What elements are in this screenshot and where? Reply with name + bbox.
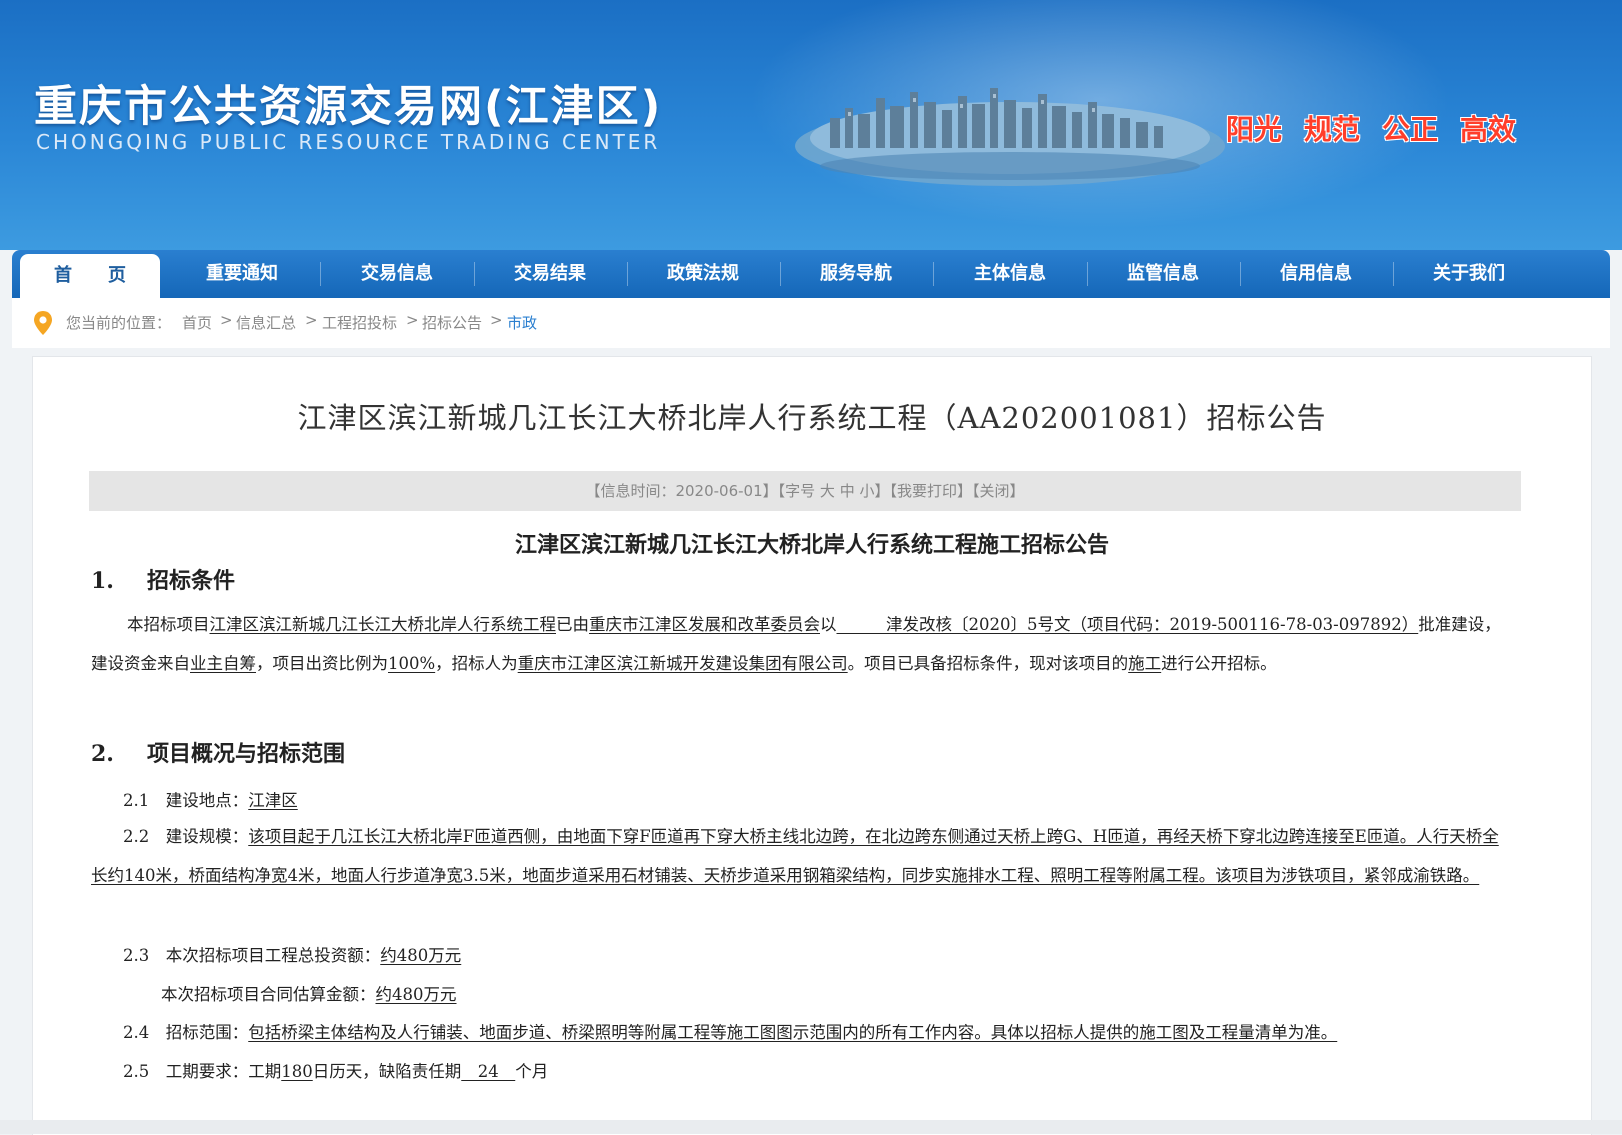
item-2-4: 2.4 招标范围：包括桥梁主体结构及人行铺装、地面步道、桥梁照明等附属工程等施工…	[123, 1019, 1337, 1043]
text-run: 个月	[515, 1062, 549, 1081]
nav-service-guide[interactable]: 服务导航	[781, 250, 931, 298]
window-bottom-edge	[0, 1120, 1622, 1134]
section-1-paragraph: 本招标项目江津区滨江新城几江长江大桥北岸人行系统工程已由重庆市江津区发展和改革委…	[91, 605, 1511, 683]
breadcrumb: 您当前的位置： 首页 > 信息汇总 > 工程招投标 > 招标公告 > 市政	[12, 298, 1610, 348]
city-skyline-image	[795, 88, 1225, 186]
nav-entity-info[interactable]: 主体信息	[935, 250, 1085, 298]
font-size-large-link[interactable]: 大	[820, 482, 835, 500]
approval-document: 津发改核〔2020〕5号文（项目代码：2019-500116-78-03-097…	[836, 615, 1419, 634]
defect-liability-months: 24	[461, 1062, 516, 1081]
breadcrumb-separator: >	[220, 311, 233, 329]
construction-period-days: 180	[281, 1062, 313, 1081]
item-2-1: 2.1 建设地点：江津区	[123, 787, 298, 811]
text-run: 。项目已具备招标条件，现对该项目的	[847, 654, 1129, 673]
text-run: 已由	[556, 615, 589, 634]
item-2-3-contract: 本次招标项目合同估算金额：约480万元	[161, 981, 457, 1005]
slogan-standard: 规范	[1304, 113, 1361, 146]
breadcrumb-municipal[interactable]: 市政	[507, 312, 537, 333]
breadcrumb-separator: >	[406, 311, 419, 329]
breadcrumb-engineering-bidding[interactable]: 工程招投标	[322, 312, 397, 333]
location-pin-icon	[34, 311, 52, 335]
construction-site: 江津区	[248, 791, 298, 810]
nav-supervision-info[interactable]: 监管信息	[1088, 250, 1238, 298]
tender-scope: 包括桥梁主体结构及人行铺装、地面步道、桥梁照明等附属工程等施工图图示范围内的所有…	[248, 1023, 1338, 1042]
nav-divider	[933, 262, 934, 286]
breadcrumb-home[interactable]: 首页	[182, 312, 212, 333]
print-link[interactable]: 【我要打印】	[890, 482, 973, 500]
breadcrumb-tender-notice[interactable]: 招标公告	[422, 312, 482, 333]
section-heading-1: 1. 招标条件	[91, 563, 235, 595]
article-info-bar: 【信息时间：2020-06-01】【字号 大 中 小】【我要打印】【关闭】	[89, 471, 1521, 511]
nav-trading-results[interactable]: 交易结果	[475, 250, 625, 298]
nav-home[interactable]: 首 页	[20, 254, 160, 298]
slogan-fair: 公正	[1382, 113, 1439, 146]
section-number: 2.	[91, 741, 114, 767]
font-size-label: 【字号	[777, 482, 816, 500]
close-link[interactable]: 【关闭】	[972, 482, 1025, 500]
breadcrumb-separator: >	[490, 311, 503, 329]
nav-trading-info[interactable]: 交易信息	[322, 250, 472, 298]
item-label: 2.5 工期要求：工期	[123, 1062, 282, 1081]
breadcrumb-separator: >	[305, 311, 318, 329]
slogan-efficient: 高效	[1460, 113, 1517, 146]
site-banner: 重庆市公共资源交易网(江津区) CHONGQING PUBLIC RESOURC…	[0, 0, 1622, 250]
item-2-5: 2.5 工期要求：工期180日历天，缺陷责任期 24 个月	[123, 1058, 548, 1082]
item-label: 本次招标项目合同估算金额：	[161, 985, 376, 1004]
text-run: ，项目出资比例为	[256, 654, 388, 673]
article-panel: 江津区滨江新城几江长江大桥北岸人行系统工程（AA202001081）招标公告 【…	[32, 356, 1592, 1135]
document-title: 江津区滨江新城几江长江大桥北岸人行系统工程施工招标公告	[514, 532, 1109, 558]
text-run: 以	[820, 615, 837, 634]
text-run: 进行公开招标。	[1161, 654, 1277, 673]
section-heading-2: 2. 项目概况与招标范围	[91, 736, 345, 768]
item-label: 2.3 本次招标项目工程总投资额：	[123, 946, 381, 965]
publish-time: 【信息时间：2020-06-01】	[585, 482, 778, 500]
text-run: 本招标项目	[127, 615, 210, 634]
breadcrumb-info-summary[interactable]: 信息汇总	[236, 312, 296, 333]
item-label: 2.2 建设规模：	[123, 827, 249, 846]
fund-source: 业主自筹	[190, 654, 256, 673]
tenderer-name: 重庆市江津区滨江新城开发建设集团有限公司	[517, 654, 848, 673]
main-nav: 首 页 重要通知 交易信息 交易结果 政策法规 服务导航 主体信息 监管信息 信…	[12, 250, 1610, 298]
slogan-sunshine: 阳光	[1226, 113, 1283, 146]
item-2-2: 2.2 建设规模：该项目起于几江长江大桥北岸F匝道西侧，由地面下穿F匝道再下穿大…	[91, 817, 1511, 895]
site-title: 重庆市公共资源交易网(江津区)	[34, 82, 663, 132]
nav-notices[interactable]: 重要通知	[167, 250, 317, 298]
font-size-small-link[interactable]: 小】	[860, 482, 890, 500]
section-number: 1.	[91, 568, 114, 594]
font-size-medium-link[interactable]: 中	[840, 482, 855, 500]
text-run: ，招标人为	[435, 654, 518, 673]
section-title: 项目概况与招标范围	[147, 741, 346, 767]
project-name: 江津区滨江新城几江长江大桥北岸人行系统工程	[209, 615, 557, 634]
item-2-3: 2.3 本次招标项目工程总投资额：约480万元	[123, 942, 461, 966]
total-investment: 约480万元	[380, 946, 462, 965]
bid-scope: 施工	[1128, 654, 1162, 673]
breadcrumb-prefix: 您当前的位置：	[66, 314, 172, 332]
article-title: 江津区滨江新城几江长江大桥北岸人行系统工程（AA202001081）招标公告	[297, 401, 1327, 435]
nav-about-us[interactable]: 关于我们	[1394, 250, 1544, 298]
nav-policies[interactable]: 政策法规	[628, 250, 778, 298]
text-run: 日历天，缺陷责任期	[312, 1062, 462, 1081]
nav-divider	[320, 262, 321, 286]
item-label: 2.1 建设地点：	[123, 791, 249, 810]
site-subtitle: CHONGQING PUBLIC RESOURCE TRADING CENTER	[36, 130, 661, 154]
funding-ratio: 100%	[388, 654, 436, 673]
section-title: 招标条件	[147, 568, 236, 594]
item-label: 2.4 招标范围：	[123, 1023, 249, 1042]
construction-scale: 该项目起于几江长江大桥北岸F匝道西侧，由地面下穿F匝道再下穿大桥主线北边跨，在北…	[91, 827, 1499, 885]
contract-estimate: 约480万元	[375, 985, 457, 1004]
nav-credit-info[interactable]: 信用信息	[1241, 250, 1391, 298]
approving-authority: 重庆市江津区发展和改革委员会	[589, 615, 820, 634]
